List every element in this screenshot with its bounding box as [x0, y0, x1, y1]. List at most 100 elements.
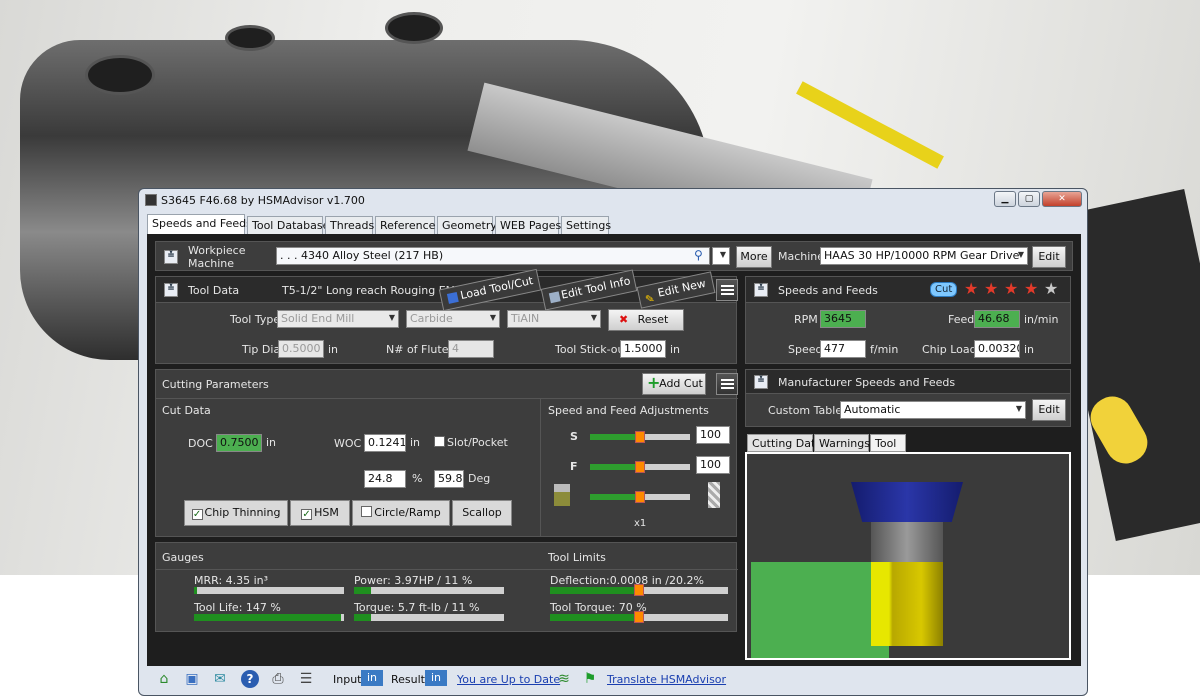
flag-icon[interactable]: ⚑ — [581, 670, 599, 688]
material-field[interactable]: . . . 4340 Alloy Steel (217 HB) — [276, 247, 710, 265]
tip-dia-unit: in — [328, 343, 339, 356]
tool-length-slider-thumb[interactable] — [635, 491, 645, 503]
notes-icon[interactable]: ☰ — [297, 670, 315, 688]
tab-warnings[interactable]: Warnings — [814, 434, 870, 452]
custom-table-select[interactable]: Automatic ▼ — [840, 401, 1026, 419]
speed-adjust-input[interactable]: 100 — [696, 426, 730, 444]
load-tool-button[interactable]: Load Tool/Cut — [438, 268, 542, 312]
cutting-parameters-title: Cutting Parameters — [162, 378, 269, 391]
maximize-button[interactable]: ▢ — [1018, 191, 1040, 207]
cut-badge[interactable]: Cut — [930, 282, 958, 297]
edit-tool-info-button[interactable]: Edit Tool Info — [540, 269, 638, 311]
hsm-toggle[interactable]: ✓ HSM — [290, 500, 350, 526]
tool-type-value: Solid End Mill — [281, 312, 355, 325]
deflection-label: Deflection:0.0008 in /20.2% — [550, 574, 704, 587]
tool-torque-gauge-fill — [550, 614, 639, 621]
machine-value: HAAS 30 HP/10000 RPM Gear Drive — [824, 249, 1020, 262]
tip-dia-input[interactable]: 0.5000 — [278, 340, 324, 358]
doc-label: DOC — [188, 437, 213, 450]
help-icon[interactable]: ? — [241, 670, 259, 688]
edit-tool-info-label: Edit Tool Info — [559, 274, 632, 302]
feed-adjust-input[interactable]: 100 — [696, 456, 730, 474]
speed-adjust-slider[interactable] — [590, 431, 690, 443]
speed-value[interactable]: 477 — [820, 340, 866, 358]
stickout-input[interactable]: 1.5000 — [620, 340, 666, 358]
rpm-value[interactable]: 3645 — [820, 310, 866, 328]
slot-checkbox-box[interactable] — [434, 436, 445, 447]
input-unit-button[interactable]: in — [361, 670, 384, 686]
doc-input[interactable]: 0.7500 — [216, 434, 262, 452]
tab-web-pages[interactable]: WEB Pages — [495, 216, 561, 234]
speeds-feeds-title: Speeds and Feeds — [778, 284, 878, 297]
close-button[interactable]: ✕ — [1042, 191, 1082, 207]
part-hole — [385, 12, 443, 44]
feed-adjust-slider[interactable] — [590, 461, 690, 473]
window-title: S3645 F46.68 by HSMAdvisor v1.700 — [161, 194, 365, 207]
flutes-input[interactable]: 4 — [448, 340, 494, 358]
edit-table-button[interactable]: Edit — [1032, 399, 1066, 421]
print-icon[interactable]: ⎙ — [269, 670, 287, 688]
tab-tool[interactable]: Tool — [870, 434, 906, 452]
expand-manufacturer-button[interactable]: ≚ — [754, 375, 768, 389]
chat-icon[interactable]: ✉ — [211, 670, 229, 688]
slot-pocket-checkbox[interactable]: Slot/Pocket — [434, 436, 508, 449]
gauges-title: Gauges — [162, 551, 204, 564]
machine-select[interactable]: HAAS 30 HP/10000 RPM Gear Drive ▼ — [820, 247, 1028, 265]
speed-slider-thumb[interactable] — [635, 431, 645, 443]
tool-type-select[interactable]: Solid End Mill ▼ — [277, 310, 399, 328]
coating-select[interactable]: TiAlN ▼ — [507, 310, 601, 328]
expand-tool-data-button[interactable]: ≚ — [164, 283, 178, 297]
feed-value[interactable]: 46.68 — [974, 310, 1020, 328]
add-cut-button[interactable]: + Add Cut — [642, 373, 706, 395]
search-icon[interactable]: ⚲ — [694, 248, 703, 262]
tool-material-select[interactable]: Carbide ▼ — [406, 310, 500, 328]
tab-speeds-and-feeds[interactable]: Speeds and Feeds — [147, 214, 252, 234]
chip-thinning-toggle[interactable]: ✓ Chip Thinning — [184, 500, 288, 526]
cutting-parameters-panel: Cutting Parameters + Add Cut Cut Data DOC… — [155, 369, 738, 537]
material-dropdown[interactable]: ▼ — [712, 247, 730, 265]
forum-icon[interactable]: ▣ — [183, 670, 201, 688]
input-label: Input — [333, 673, 362, 686]
speeds-feeds-panel: ≚ Speeds and Feeds Cut ★ ★ ★ ★ ★ RPM 3645 Fe… — [745, 276, 1071, 364]
home-icon[interactable]: ⌂ — [155, 670, 173, 688]
tab-tool-database[interactable]: Tool Database — [247, 216, 329, 234]
short-tool-icon — [554, 484, 570, 506]
scallop-button[interactable]: Scallop — [452, 500, 512, 526]
translate-link[interactable]: Translate HSMAdvisor — [607, 673, 726, 686]
edit-new-button[interactable]: ✎ Edit New — [636, 271, 716, 309]
doc-unit: in — [266, 436, 277, 449]
tab-cutting-data[interactable]: Cutting Data — [747, 434, 822, 452]
circle-ramp-toggle[interactable]: Circle/Ramp — [352, 500, 450, 526]
edit-machine-button[interactable]: Edit — [1032, 246, 1066, 268]
feed-unit: in/min — [1024, 313, 1059, 326]
up-to-date-link[interactable]: You are Up to Date — [457, 673, 560, 686]
tab-settings[interactable]: Settings — [561, 216, 611, 234]
tool-menu-button[interactable] — [716, 279, 738, 301]
tool-data-title: Tool Data — [188, 284, 240, 297]
engagement-angle-input[interactable]: 59.8 — [434, 470, 464, 488]
tool-length-slider[interactable] — [590, 491, 690, 503]
reset-button[interactable]: ✖ Reset — [608, 309, 684, 331]
tab-geometry[interactable]: Geometry — [437, 216, 497, 234]
tool-data-header: ≚ Tool Data T5-1/2" Long reach Rouging E… — [156, 268, 738, 312]
part-hole — [85, 55, 155, 95]
expand-speeds-feeds-button[interactable]: ≚ — [754, 283, 768, 297]
star-icon: ★ — [1004, 279, 1019, 298]
woc-input[interactable]: 0.1241 — [364, 434, 406, 452]
load-tool-label: Load Tool/Cut — [459, 274, 535, 303]
tab-threads[interactable]: Threads — [325, 216, 374, 234]
more-button[interactable]: More — [736, 246, 772, 268]
minimize-button[interactable]: ▁ — [994, 191, 1016, 207]
feed-slider-thumb[interactable] — [635, 461, 645, 473]
tab-reference[interactable]: Reference — [375, 216, 435, 234]
stickout-unit: in — [670, 343, 681, 356]
chip-load-value[interactable]: 0.00320 — [974, 340, 1020, 358]
expand-workpiece-button[interactable]: ≚ — [164, 250, 178, 264]
result-unit-button[interactable]: in — [425, 670, 448, 686]
edit-new-label: Edit New — [656, 276, 707, 300]
load-icon — [446, 291, 459, 304]
cut-menu-button[interactable] — [716, 373, 738, 395]
woc-percent-input[interactable]: 24.8 — [364, 470, 406, 488]
chip-load-unit: in — [1024, 343, 1035, 356]
database-icon[interactable]: ≋ — [555, 670, 573, 688]
